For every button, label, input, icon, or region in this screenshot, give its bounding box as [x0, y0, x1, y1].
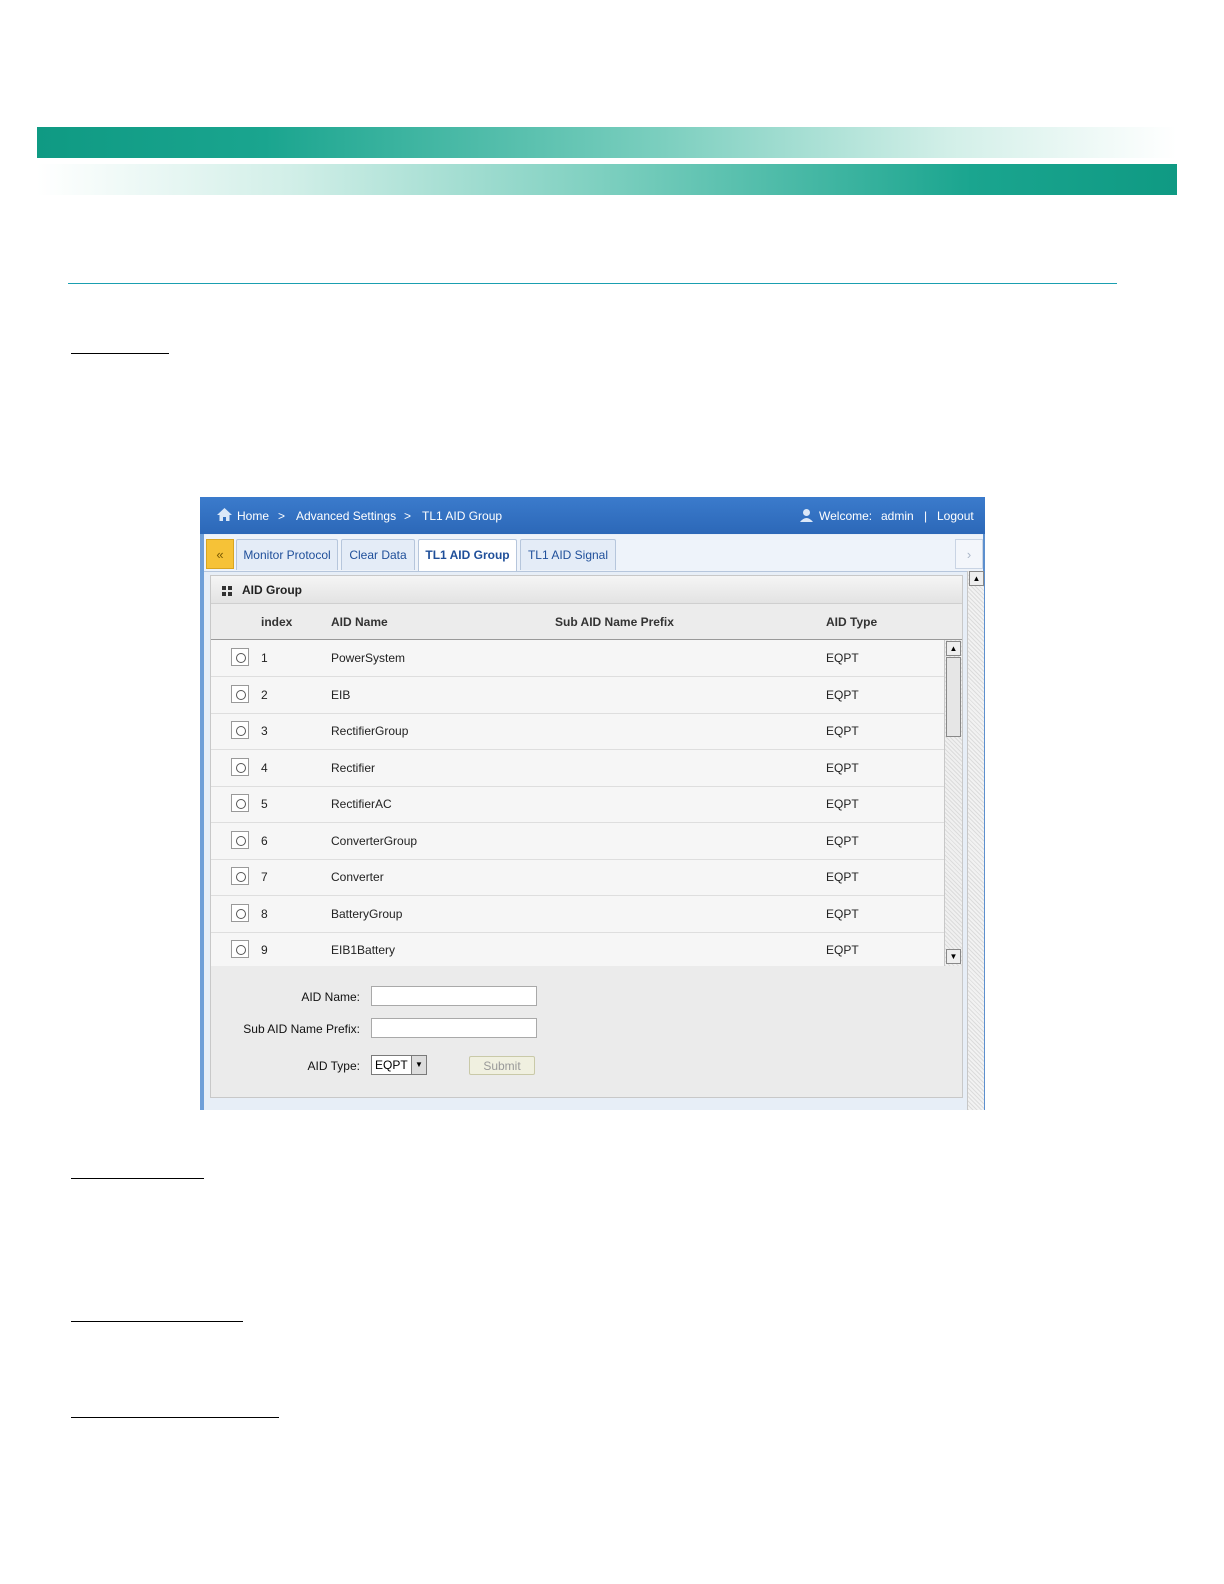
table-row[interactable]: 6 ConverterGroup EQPT	[211, 823, 944, 860]
row-radio[interactable]	[231, 758, 249, 776]
cell-index: 1	[261, 651, 268, 665]
sub-aid-name-prefix-label: Sub AID Name Prefix:	[243, 1022, 360, 1036]
cell-aid-type: EQPT	[826, 834, 859, 848]
cell-aid-type: EQPT	[826, 688, 859, 702]
row-radio[interactable]	[231, 831, 249, 849]
aid-type-select[interactable]: EQPT ▼	[371, 1055, 427, 1075]
scroll-down-icon[interactable]: ▼	[946, 949, 961, 964]
breadcrumb-home[interactable]: Home	[237, 509, 269, 523]
welcome-label: Welcome:	[819, 509, 873, 523]
scroll-right-icon[interactable]: ›	[955, 539, 983, 569]
cell-aid-type: EQPT	[826, 943, 859, 957]
table-row[interactable]: 4 Rectifier EQPT	[211, 750, 944, 787]
aid-name-label: AID Name:	[301, 990, 360, 1004]
row-radio[interactable]	[231, 721, 249, 739]
cell-index: 8	[261, 907, 268, 921]
user-icon	[799, 508, 814, 526]
header-band-bottom	[37, 164, 1177, 195]
table-row[interactable]: 5 RectifierAC EQPT	[211, 786, 944, 823]
table-body: 1 PowerSystem EQPT 2 EIB EQPT 3 Rectifie…	[211, 640, 944, 966]
aid-group-panel: AID Group index AID Name Sub AID Name Pr…	[210, 575, 963, 1098]
cell-aid-type: EQPT	[826, 870, 859, 884]
aid-name-input[interactable]	[371, 986, 537, 1006]
cell-aid-name: RectifierGroup	[331, 724, 409, 738]
breadcrumb-separator-1: >	[278, 509, 286, 523]
page-scrollbar[interactable]: ▲	[967, 571, 984, 1110]
cell-aid-type: EQPT	[826, 761, 859, 775]
table-row[interactable]: 3 RectifierGroup EQPT	[211, 713, 944, 750]
cell-index: 3	[261, 724, 268, 738]
cell-aid-type: EQPT	[826, 797, 859, 811]
cell-aid-type: EQPT	[826, 724, 859, 738]
row-radio[interactable]	[231, 648, 249, 666]
section-rule	[68, 283, 1117, 284]
cell-index: 4	[261, 761, 268, 775]
cell-aid-type: EQPT	[826, 651, 859, 665]
table-header: index AID Name Sub AID Name Prefix AID T…	[211, 604, 962, 640]
column-aid-type: AID Type	[826, 615, 878, 629]
sub-aid-name-prefix-input[interactable]	[371, 1018, 537, 1038]
tab-clear-data[interactable]: Clear Data	[341, 539, 415, 570]
table-row[interactable]: 2 EIB EQPT	[211, 677, 944, 714]
cell-aid-name: EIB1Battery	[331, 943, 396, 957]
home-icon[interactable]	[216, 507, 233, 525]
header-band-top	[37, 127, 1177, 158]
cell-index: 7	[261, 870, 268, 884]
cell-aid-type: EQPT	[826, 907, 859, 921]
row-radio[interactable]	[231, 867, 249, 885]
column-sub-aid-name-prefix: Sub AID Name Prefix	[555, 615, 674, 629]
cell-index: 2	[261, 688, 268, 702]
user-divider: |	[924, 509, 928, 523]
heading-underline-2	[71, 1178, 204, 1179]
left-frame-border	[200, 534, 204, 1110]
cell-index: 5	[261, 797, 268, 811]
breadcrumb-separator-2: >	[404, 509, 412, 523]
cell-aid-name: PowerSystem	[331, 651, 406, 665]
cell-aid-name: RectifierAC	[331, 797, 392, 811]
cell-aid-name: BatteryGroup	[331, 907, 403, 921]
tab-bar: « Monitor Protocol Clear Data TL1 AID Gr…	[204, 535, 983, 572]
cell-aid-name: EIB	[331, 688, 351, 702]
username: admin	[881, 509, 914, 523]
tab-monitor-protocol[interactable]: Monitor Protocol	[236, 539, 338, 570]
table-row[interactable]: 1 PowerSystem EQPT	[211, 640, 944, 677]
table-scrollbar[interactable]: ▲ ▼	[944, 640, 962, 966]
column-index: index	[261, 615, 293, 629]
dropdown-arrow-icon[interactable]: ▼	[411, 1056, 426, 1074]
scrollbar-thumb[interactable]	[946, 657, 961, 737]
table-row[interactable]: 8 BatteryGroup EQPT	[211, 896, 944, 933]
breadcrumb-advanced-settings[interactable]: Advanced Settings	[296, 509, 396, 523]
cell-aid-name: Rectifier	[331, 761, 376, 775]
cell-aid-name: Converter	[331, 870, 384, 884]
table-row[interactable]: 7 Converter EQPT	[211, 859, 944, 896]
aid-type-value: EQPT	[375, 1058, 408, 1072]
cell-index: 9	[261, 943, 268, 957]
tab-tl1-aid-signal[interactable]: TL1 AID Signal	[520, 539, 616, 570]
row-radio[interactable]	[231, 940, 249, 958]
logout-link[interactable]: Logout	[937, 509, 974, 523]
embedded-ui-screenshot: Home > Advanced Settings > TL1 AID Group…	[200, 497, 985, 1110]
panel-title: AID Group	[242, 583, 302, 597]
top-navigation-bar: Home > Advanced Settings > TL1 AID Group…	[200, 497, 985, 534]
scroll-up-icon[interactable]: ▲	[969, 571, 984, 586]
collapse-left-icon[interactable]: «	[206, 539, 234, 569]
cell-aid-name: ConverterGroup	[331, 834, 418, 848]
column-aid-name: AID Name	[331, 615, 388, 629]
submit-button[interactable]: Submit	[469, 1056, 535, 1075]
panel-header: AID Group	[211, 576, 962, 604]
heading-underline-4	[71, 1417, 279, 1418]
grid-icon	[222, 585, 232, 599]
cell-index: 6	[261, 834, 268, 848]
row-radio[interactable]	[231, 794, 249, 812]
aid-type-label: AID Type:	[307, 1059, 360, 1073]
scroll-up-icon[interactable]: ▲	[946, 641, 961, 656]
row-radio[interactable]	[231, 685, 249, 703]
heading-underline-3	[71, 1321, 243, 1322]
breadcrumb-current-page: TL1 AID Group	[422, 509, 503, 523]
table-row[interactable]: 9 EIB1Battery EQPT	[211, 932, 944, 966]
tab-tl1-aid-group[interactable]: TL1 AID Group	[418, 539, 517, 571]
row-radio[interactable]	[231, 904, 249, 922]
heading-underline-1	[71, 353, 169, 354]
